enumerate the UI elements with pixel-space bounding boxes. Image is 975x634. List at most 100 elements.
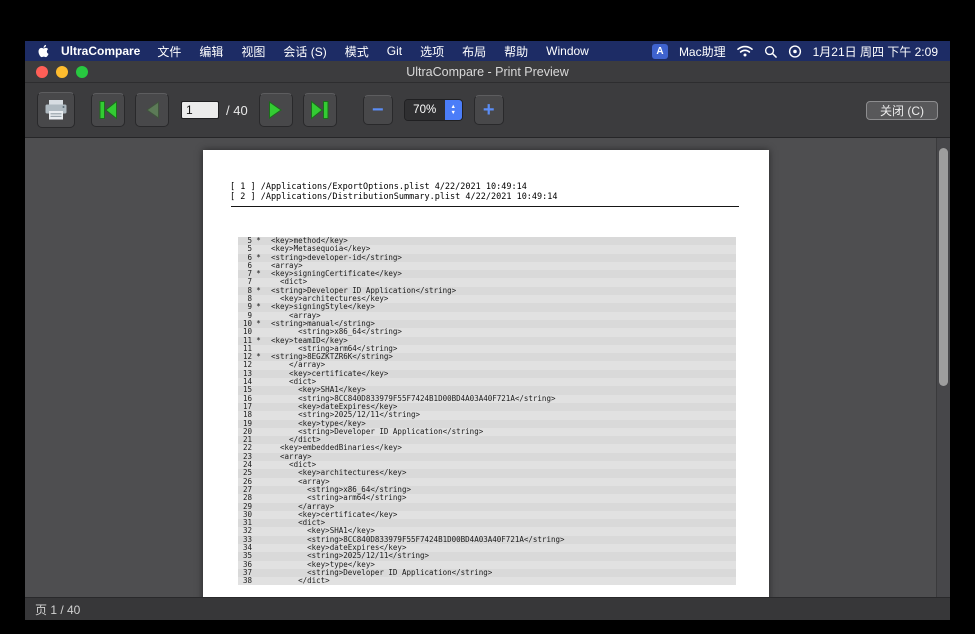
code-line: 22 <key>embeddedBinaries</key>	[238, 444, 736, 452]
page-number-input[interactable]	[181, 101, 219, 119]
screen: UltraCompare 文件编辑视图会话 (S)模式Git选项布局帮助Wind…	[25, 41, 950, 620]
diff-mark: *	[252, 320, 265, 328]
diff-mark: *	[252, 303, 265, 311]
window-zoom-button[interactable]	[76, 66, 88, 78]
window-close-button[interactable]	[36, 66, 48, 78]
first-page-button[interactable]	[91, 93, 125, 127]
diff-mark	[252, 511, 265, 519]
diff-mark: *	[252, 237, 265, 245]
menubar-app-name[interactable]: UltraCompare	[57, 44, 148, 58]
last-page-button[interactable]	[303, 93, 337, 127]
code-line: 7*<key>signingCertificate</key>	[238, 270, 736, 278]
line-text: </dict>	[265, 577, 330, 585]
menu-item[interactable]: 会话 (S)	[274, 43, 335, 60]
scrollbar-thumb[interactable]	[939, 148, 948, 386]
status-bar: 页 1 / 40	[25, 597, 950, 620]
traffic-lights	[36, 61, 88, 82]
assistant-label[interactable]: Mac助理	[679, 43, 726, 60]
control-center-icon[interactable]	[788, 45, 802, 58]
diff-mark	[252, 395, 265, 403]
page-total-label: / 40	[226, 103, 248, 118]
code-line: 6*<string>developer-id</string>	[238, 254, 736, 262]
zoom-out-button[interactable]: −	[363, 95, 393, 125]
diff-mark	[252, 494, 265, 502]
diff-mark	[252, 420, 265, 428]
diff-mark	[252, 561, 265, 569]
header-divider	[231, 206, 739, 207]
diff-mark	[252, 536, 265, 544]
diff-mark: *	[252, 254, 265, 262]
print-preview-toolbar: / 40 − 70% ▲ ▼ + 关闭 (C)	[25, 83, 950, 138]
next-page-icon	[264, 98, 288, 122]
diff-mark	[252, 552, 265, 560]
window-title: UltraCompare - Print Preview	[406, 65, 569, 79]
line-number: 38	[238, 577, 252, 585]
search-icon[interactable]	[764, 45, 777, 58]
print-preview-page: [ 1 ] /Applications/ExportOptions.plist …	[203, 150, 769, 597]
diff-mark: *	[252, 270, 265, 278]
diff-mark	[252, 428, 265, 436]
menu-item[interactable]: 帮助	[495, 43, 537, 60]
last-page-icon	[308, 98, 332, 122]
menu-bar: UltraCompare 文件编辑视图会话 (S)模式Git选项布局帮助Wind…	[25, 41, 950, 61]
close-preview-button[interactable]: 关闭 (C)	[866, 101, 938, 120]
preview-area: [ 1 ] /Applications/ExportOptions.plist …	[25, 138, 950, 597]
input-method-icon[interactable]: A	[652, 44, 668, 59]
minus-icon: −	[372, 100, 384, 120]
printer-icon	[44, 99, 68, 121]
menu-item[interactable]: Git	[378, 44, 411, 58]
diff-mark	[252, 361, 265, 369]
compare-header-line: [ 2 ] /Applications/DistributionSummary.…	[230, 192, 769, 202]
diff-mark: *	[252, 337, 265, 345]
menu-item[interactable]: 视图	[232, 43, 274, 60]
diff-mark	[252, 444, 265, 452]
previous-page-button[interactable]	[135, 93, 169, 127]
previous-page-icon	[140, 98, 164, 122]
window-titlebar: UltraCompare - Print Preview	[25, 61, 950, 83]
diff-mark	[252, 453, 265, 461]
zoom-select[interactable]: 70% ▲ ▼	[404, 99, 463, 121]
zoom-value: 70%	[405, 100, 445, 120]
window-minimize-button[interactable]	[56, 66, 68, 78]
diff-mark: *	[252, 287, 265, 295]
stepper-down-icon: ▼	[450, 110, 455, 116]
diff-mark	[252, 436, 265, 444]
zoom-in-button[interactable]: +	[474, 95, 504, 125]
plus-icon: +	[483, 100, 495, 120]
menu-item[interactable]: 布局	[453, 43, 495, 60]
menu-item[interactable]: Window	[537, 44, 598, 58]
menu-item[interactable]: 选项	[411, 43, 453, 60]
diff-mark	[252, 527, 265, 535]
apple-menu[interactable]	[38, 44, 50, 58]
diff-mark	[252, 403, 265, 411]
menubar-status-area: A Mac助理 1月21日 周	[652, 43, 942, 60]
code-line: 38 </dict>	[238, 577, 736, 585]
diff-mark	[252, 461, 265, 469]
diff-mark	[252, 544, 265, 552]
diff-mark	[252, 378, 265, 386]
diff-mark	[252, 469, 265, 477]
print-button[interactable]	[37, 92, 75, 128]
page-indicator: 页 1 / 40	[35, 601, 80, 618]
code-lines: 5*<key>method</key>5<key>Metasequoia</ke…	[238, 237, 736, 585]
next-page-button[interactable]	[259, 93, 293, 127]
vertical-scrollbar[interactable]	[936, 138, 950, 597]
menu-item[interactable]: 文件	[148, 43, 190, 60]
diff-mark	[252, 478, 265, 486]
menubar-clock[interactable]: 1月21日 周四 下午 2:09	[813, 43, 938, 60]
zoom-stepper[interactable]: ▲ ▼	[445, 100, 462, 120]
wifi-icon[interactable]	[737, 45, 753, 57]
diff-mark	[252, 386, 265, 394]
menu-item[interactable]: 模式	[336, 43, 378, 60]
diff-mark	[252, 411, 265, 419]
diff-mark	[252, 370, 265, 378]
apple-icon	[38, 44, 50, 58]
diff-mark	[252, 569, 265, 577]
diff-mark	[252, 486, 265, 494]
compare-header-line: [ 1 ] /Applications/ExportOptions.plist …	[230, 182, 769, 192]
diff-mark	[252, 519, 265, 527]
menu-item[interactable]: 编辑	[190, 43, 232, 60]
compare-header-lines: [ 1 ] /Applications/ExportOptions.plist …	[230, 182, 769, 202]
diff-mark	[252, 577, 265, 585]
diff-mark	[252, 503, 265, 511]
